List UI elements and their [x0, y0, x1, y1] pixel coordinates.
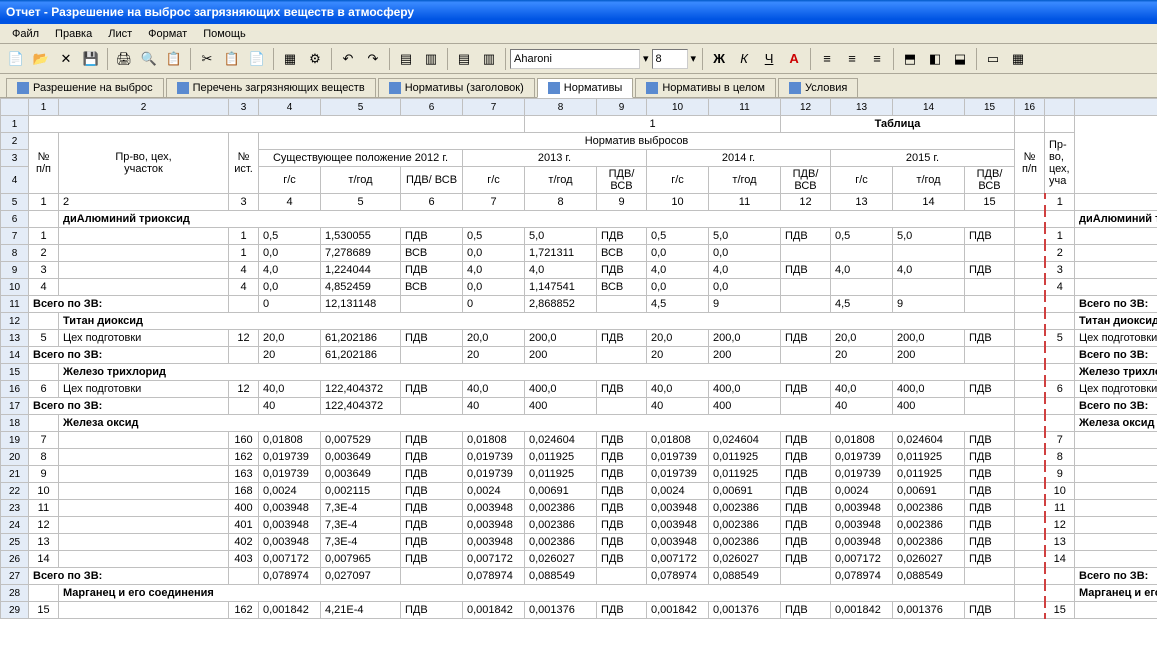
insert-col-icon[interactable]: ▥	[419, 47, 443, 71]
tab-norm-head[interactable]: Нормативы (заголовок)	[378, 78, 535, 97]
align-right-icon[interactable]: ≡	[865, 47, 889, 71]
save-icon[interactable]: 💾	[79, 47, 103, 71]
delete-col-icon[interactable]: ▥	[477, 47, 501, 71]
font-dropdown-icon[interactable]: ▾	[641, 52, 651, 65]
insert-row-icon[interactable]: ▤	[394, 47, 418, 71]
menu-format[interactable]: Формат	[140, 26, 195, 42]
delete-row-icon[interactable]: ▤	[452, 47, 476, 71]
tab-label: Разрешение на выброс	[33, 82, 153, 94]
sheet-icon	[177, 82, 189, 94]
align-center-icon[interactable]: ≡	[840, 47, 864, 71]
menu-sheet[interactable]: Лист	[100, 26, 140, 42]
redo-icon[interactable]: ↷	[361, 47, 385, 71]
menu-help[interactable]: Помощь	[195, 26, 254, 42]
underline-icon[interactable]: Ч	[757, 47, 781, 71]
tab-label: Нормативы	[564, 82, 623, 94]
tab-label: Нормативы в целом	[662, 82, 765, 94]
bold-icon[interactable]: Ж	[707, 47, 731, 71]
menu-edit[interactable]: Правка	[47, 26, 100, 42]
valign-mid-icon[interactable]: ◧	[923, 47, 947, 71]
tab-norm[interactable]: Нормативы	[537, 78, 634, 98]
tab-pollutants[interactable]: Перечень загрязняющих веществ	[166, 78, 376, 97]
font-color-icon[interactable]: А	[782, 47, 806, 71]
size-dropdown-icon[interactable]: ▾	[689, 52, 699, 65]
new-icon[interactable]: 📄	[4, 47, 28, 71]
borders-icon[interactable]: ▦	[1006, 47, 1030, 71]
sheet-icon	[646, 82, 658, 94]
cut-icon[interactable]: ✂	[195, 47, 219, 71]
tab-norm-total[interactable]: Нормативы в целом	[635, 78, 776, 97]
preview-icon[interactable]: 🔍	[137, 47, 161, 71]
font-select[interactable]	[510, 49, 640, 69]
open-icon[interactable]: 📂	[29, 47, 53, 71]
sheet-icon	[389, 82, 401, 94]
sheet-icon	[789, 82, 801, 94]
valign-top-icon[interactable]: ⬒	[898, 47, 922, 71]
print-icon[interactable]: 🖨	[112, 47, 136, 71]
italic-icon[interactable]: К	[732, 47, 756, 71]
merge-icon[interactable]: ▦	[278, 47, 302, 71]
tab-label: Перечень загрязняющих веществ	[193, 82, 365, 94]
menubar: Файл Правка Лист Формат Помощь	[0, 24, 1157, 44]
tabbar: Разрешение на выброс Перечень загрязняющ…	[0, 74, 1157, 98]
fill-color-icon[interactable]: ▭	[981, 47, 1005, 71]
align-left-icon[interactable]: ≡	[815, 47, 839, 71]
menu-file[interactable]: Файл	[4, 26, 47, 42]
sheet-icon	[548, 82, 560, 94]
copy-icon[interactable]: 📋	[220, 47, 244, 71]
sheet-icon	[17, 82, 29, 94]
tab-label: Условия	[805, 82, 847, 94]
window-title: Отчет - Разрешение на выброс загрязняющи…	[0, 0, 1157, 24]
paste-icon[interactable]: 📄	[245, 47, 269, 71]
spreadsheet-grid[interactable]: 1234567891011121314151611Таблица2 № п/п …	[0, 98, 1157, 619]
page-setup-icon[interactable]: 📋	[162, 47, 186, 71]
undo-icon[interactable]: ↶	[336, 47, 360, 71]
size-select[interactable]	[652, 49, 688, 69]
toolbar: 📄 📂 ✕ 💾 🖨 🔍 📋 ✂ 📋 📄 ▦ ⚙ ↶ ↷ ▤ ▥ ▤ ▥ ▾ ▾ …	[0, 44, 1157, 74]
tab-conditions[interactable]: Условия	[778, 78, 858, 97]
tab-label: Нормативы (заголовок)	[405, 82, 524, 94]
close-icon[interactable]: ✕	[54, 47, 78, 71]
sheet-area[interactable]: 1234567891011121314151611Таблица2 № п/п …	[0, 98, 1157, 667]
options-icon[interactable]: ⚙	[303, 47, 327, 71]
valign-bot-icon[interactable]: ⬓	[948, 47, 972, 71]
tab-permit[interactable]: Разрешение на выброс	[6, 78, 164, 97]
